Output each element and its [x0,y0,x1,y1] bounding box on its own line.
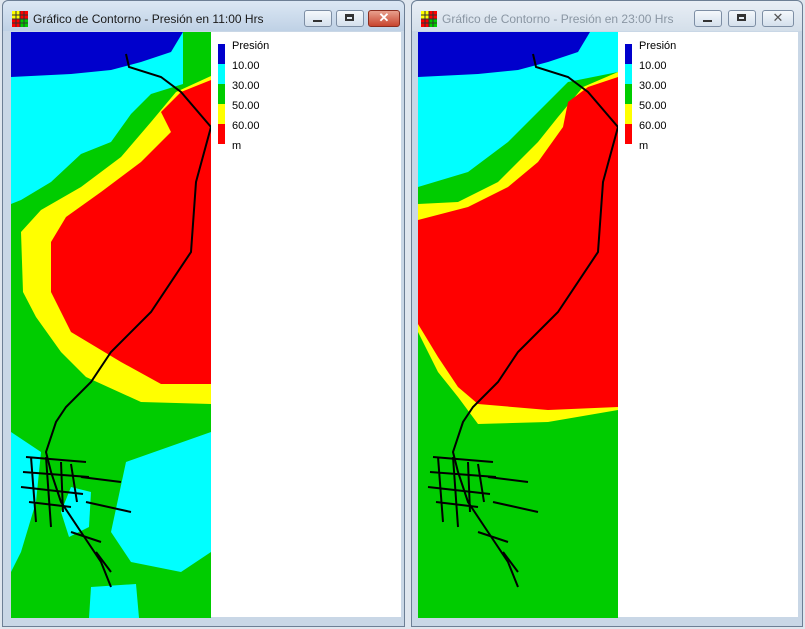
legend-swatch [625,104,632,124]
contour-window-11h[interactable]: Gráfico de Contorno - Presión en 11:00 H… [2,0,405,627]
legend-swatch [218,124,225,144]
contour-map[interactable] [11,32,211,618]
close-button[interactable]: ✕ [762,10,794,27]
maximize-icon [737,14,746,21]
legend-swatch [218,84,225,104]
legend-level: 60.00 [639,120,667,132]
legend-level: 10.00 [232,60,260,72]
chart-area: Presión 10.00 30.00 50.00 60.00 m [11,32,401,618]
maximize-button[interactable] [728,10,756,27]
legend-swatch [218,64,225,84]
maximize-icon [345,14,354,21]
legend-unit: m [232,140,242,152]
legend-level: 30.00 [639,80,667,92]
legend-title: Presión [639,40,677,52]
contour-app-icon [421,11,437,27]
minimize-button[interactable] [694,10,722,27]
legend-level: 10.00 [639,60,667,72]
legend-swatch [218,44,225,64]
chart-area: Presión 10.00 30.00 50.00 60.00 m [418,32,798,618]
legend-swatch [625,84,632,104]
legend-swatch [625,44,632,64]
legend-unit: m [639,140,649,152]
minimize-icon [703,20,712,22]
legend-level: 60.00 [232,120,260,132]
legend-level: 50.00 [232,100,260,112]
contour-window-23h[interactable]: Gráfico de Contorno - Presión en 23:00 H… [411,0,803,627]
minimize-icon [313,20,322,22]
title-bar[interactable]: Gráfico de Contorno - Presión en 11:00 H… [3,1,404,31]
legend-swatch [218,104,225,124]
title-bar[interactable]: Gráfico de Contorno - Presión en 23:00 H… [412,1,802,31]
close-icon: ✕ [378,10,390,25]
legend-level: 50.00 [639,100,667,112]
window-title: Gráfico de Contorno - Presión en 11:00 H… [33,12,264,26]
legend-swatch [625,124,632,144]
legend-level: 30.00 [232,80,260,92]
close-button[interactable]: ✕ [368,10,400,27]
legend-swatch [625,64,632,84]
contour-map[interactable] [418,32,618,618]
close-icon: ✕ [772,10,784,25]
window-title: Gráfico de Contorno - Presión en 23:00 H… [442,12,674,26]
maximize-button[interactable] [336,10,364,27]
minimize-button[interactable] [304,10,332,27]
contour-app-icon [12,11,28,27]
legend-title: Presión [232,40,270,52]
